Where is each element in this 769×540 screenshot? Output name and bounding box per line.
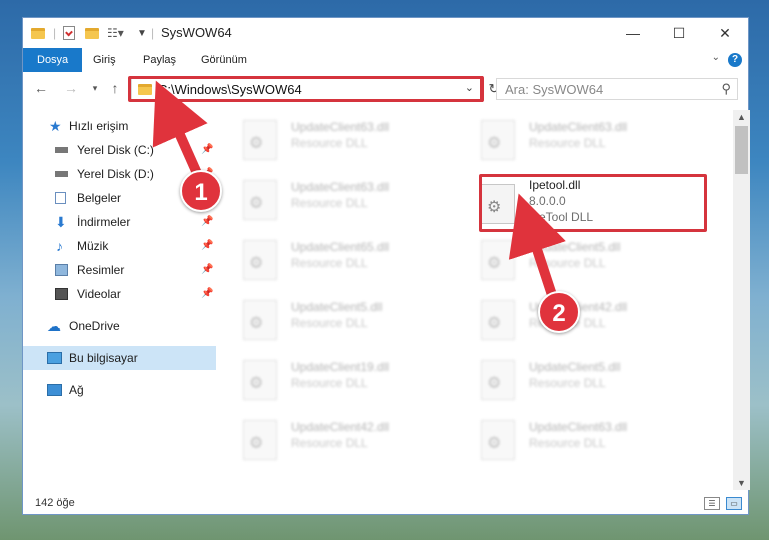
- callout-arrow-1: [152, 80, 208, 183]
- callout-arrow-2: [508, 193, 566, 297]
- callout-badge-2: 2: [538, 291, 580, 333]
- callout-badge-1: 1: [180, 170, 222, 212]
- callout-arrows: [152, 80, 566, 297]
